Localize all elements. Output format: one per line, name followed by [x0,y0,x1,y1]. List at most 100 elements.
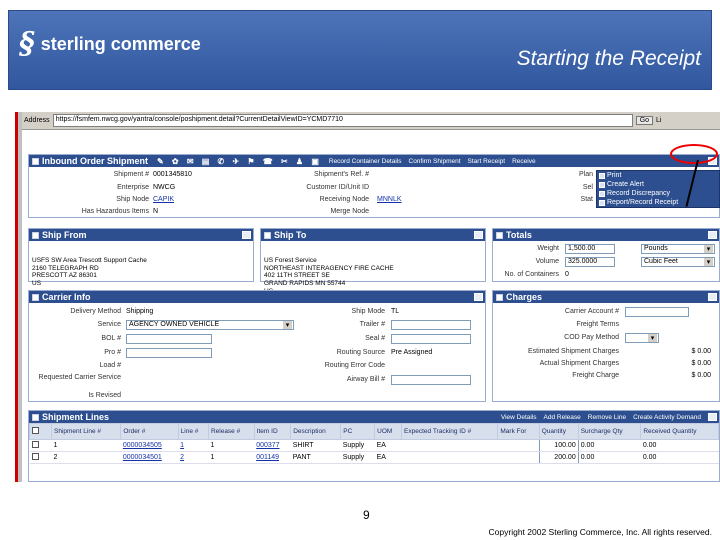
panel-grip-icon[interactable] [32,231,39,239]
receive-link[interactable]: Receive [512,158,535,165]
col-quantity: Quantity [538,423,579,440]
page-number: 9 [363,508,370,522]
row-checkbox[interactable] [31,441,39,448]
start-receipt-link[interactable]: Start Receipt [468,158,506,165]
customer-id-label: Customer ID/Unit ID [306,184,369,191]
col-uom: UOM [374,423,403,440]
col-line: Line # [177,423,209,440]
volume-label: Volume [535,258,559,265]
ship-node-link[interactable]: CAPIK [153,196,174,203]
edit-icon[interactable] [708,293,717,301]
ship-to-panel: Ship To US Forest Service NORTHEAST INTER… [260,228,486,295]
edit-icon[interactable] [708,413,717,421]
shipment-lines-table: Shipment Line # Order # Line # Release #… [29,423,719,464]
col-received: Received Quantity [640,423,719,440]
totals-panel: Totals Weight 1,500.00 Pounds Volume 325… [492,228,720,282]
weight-unit-select[interactable]: Pounds [641,244,715,254]
edit-icon[interactable] [708,231,717,239]
order-link[interactable]: 0000034505 [120,439,179,452]
inbound-title: Inbound Order Shipment [42,156,148,166]
links-label[interactable]: Li [656,117,661,124]
volume-unit-select[interactable]: Cubic Feet [641,257,715,267]
quantity-input[interactable]: 200.00 [538,451,579,464]
freight-terms-label: Freight Terms [576,321,619,328]
col-shipment-line: Shipment Line # [50,423,122,440]
panel-grip-icon[interactable] [496,293,503,301]
panel-grip-icon[interactable] [264,231,271,239]
merge-node-label: Merge Node [330,208,369,215]
record-container-link[interactable]: Record Container Details [329,158,402,165]
add-release-link[interactable]: Add Release [544,414,581,421]
plan-label: Plan [578,171,593,178]
menu-item-record-receipt[interactable]: Report/Record Receipt [597,198,719,207]
address-label: Address [24,117,50,124]
sel-label: Sel [582,184,593,191]
hazardous-value: N [153,208,159,215]
volume-input[interactable]: 325.0000 [565,257,615,267]
print-icon [599,172,605,179]
containers-value: 0 [565,271,569,278]
menu-item-print[interactable]: Print [597,171,719,180]
trailer-label: Trailer # [359,321,385,328]
edit-icon[interactable] [242,231,251,239]
remove-line-link[interactable]: Remove Line [588,414,626,421]
col-order: Order # [120,423,179,440]
quantity-input[interactable]: 100.00 [538,439,579,452]
carrier-info-panel: Carrier Info Delivery Method Shipping Se… [28,290,486,402]
ship-node-label: Ship Node [116,196,149,203]
select-all-checkbox[interactable] [32,427,39,434]
receiving-node-label: Receiving Node [319,196,369,203]
item-link[interactable]: 000377 [254,439,291,452]
create-activity-demand-link[interactable]: Create Activity Demand [633,414,701,421]
totals-title: Totals [506,230,532,240]
item-link[interactable]: 001149 [254,451,291,464]
panel-grip-icon[interactable] [32,413,39,421]
row-checkbox[interactable] [31,453,39,460]
go-button[interactable]: Go [635,116,654,125]
line-link[interactable]: 1 [178,439,209,452]
toolbar-icons[interactable]: ✎ ✿ ✉ ▤ ✆ ✈ ⚑ ☎ ✂ ♟ ▣ [157,157,322,166]
actual-charges-label: Actual Shipment Charges [539,360,619,367]
delivery-method-value: Shipping [126,308,154,315]
carrier-account-input[interactable] [625,307,689,317]
freight-charge-value: $ 0.00 [691,372,711,379]
address-bar: Address https://fsmfem.nwcg.gov/yantra/c… [22,112,720,130]
line-link[interactable]: 2 [178,451,209,464]
confirm-shipment-link[interactable]: Confirm Shipment [409,158,461,165]
bol-label: BOL # [101,335,121,342]
menu-item-create-alert[interactable]: Create Alert [597,180,719,189]
header-banner: § sterling commerce Starting the Receipt [8,10,712,90]
pro-input[interactable] [126,348,212,358]
trailer-input[interactable] [391,320,471,330]
freight-charge-label: Freight Charge [572,372,619,379]
col-release: Release # [207,423,255,440]
panel-grip-icon[interactable] [32,157,39,165]
ship-from-title: Ship From [42,230,87,240]
receiving-node-link[interactable]: MNNLK [377,196,402,203]
requested-carrier-label: Requested Carrier Service [38,374,121,381]
service-select[interactable]: AGENCY OWNED VEHICLE [126,320,294,330]
weight-input[interactable]: 1,500.00 [565,244,615,254]
order-link[interactable]: 0000034501 [120,451,179,464]
menu-item-record-discrepancy[interactable]: Record Discrepancy [597,189,719,198]
charges-title: Charges [506,292,543,302]
table-row[interactable]: 1 0000034505 1 1 000377 SHIRT Supply EA 100.00 0.… [29,439,719,452]
enterprise-label: Enterprise [117,184,149,191]
enterprise-value: NWCG [153,184,176,191]
col-pc: PC [340,423,376,440]
alert-icon [599,181,605,188]
seal-input[interactable] [391,334,471,344]
view-details-link[interactable]: View Details [501,414,537,421]
edit-icon[interactable] [474,231,483,239]
panel-grip-icon[interactable] [32,293,39,301]
edit-icon[interactable] [474,293,483,301]
cod-select[interactable] [625,333,659,343]
weight-label: Weight [537,245,559,252]
bol-input[interactable] [126,334,212,344]
panel-grip-icon[interactable] [496,231,503,239]
load-label: Load # [99,362,121,369]
url-input[interactable]: https://fsmfem.nwcg.gov/yantra/console/p… [52,114,633,127]
table-row[interactable]: 2 0000034501 2 1 001149 PANT Supply EA 200.00 0.0… [29,451,719,464]
carrier-account-label: Carrier Account # [564,308,619,315]
airway-bill-input[interactable] [391,375,471,385]
